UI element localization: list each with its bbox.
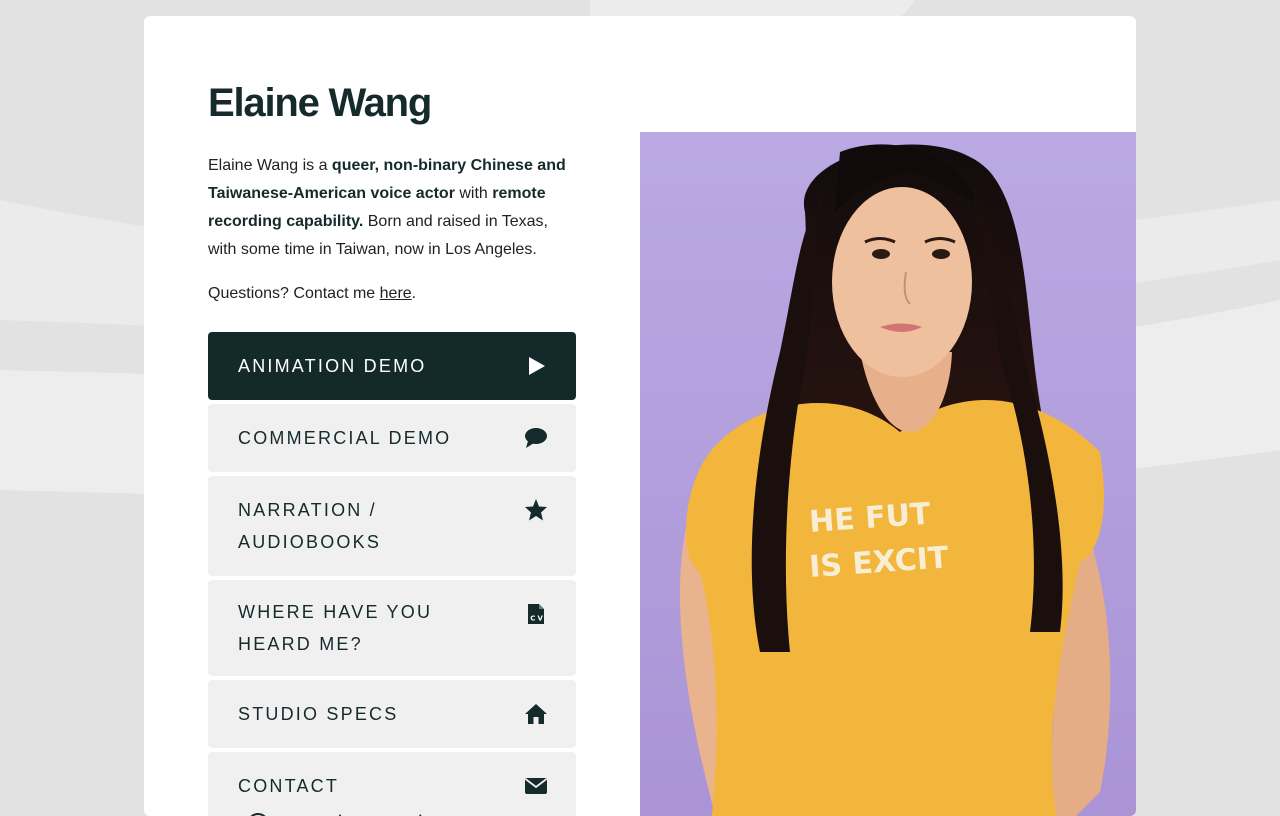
left-column: Elaine Wang Elaine Wang is a queer, non-… [208,16,576,816]
menu-item-label: CONTACT [238,776,340,796]
page-title: Elaine Wang [208,81,432,125]
menu-item-where-have-you-heard-me[interactable]: WHERE HAVE YOU HEARD ME? CV [208,580,576,676]
menu-item-label: ANIMATION DEMO [238,356,427,376]
home-icon [524,702,548,726]
contact-line: Questions? Contact me here. [208,280,576,308]
menu-item-narration-audiobooks[interactable]: NARRATION / AUDIOBOOKS [208,476,576,576]
svg-text:CV: CV [530,615,545,623]
cv-file-icon: CV [524,602,548,626]
headshot-photo: HE FUT IS EXCIT [640,132,1136,816]
main-card: Elaine Wang Elaine Wang is a queer, non-… [144,16,1136,816]
menu-item-commercial-demo[interactable]: COMMERCIAL DEMO [208,404,576,472]
speech-bubble-icon [524,426,548,450]
contact-prefix: Questions? Contact me [208,285,380,302]
play-icon [524,354,548,378]
star-icon [524,498,548,522]
menu-item-studio-specs[interactable]: STUDIO SPECS [208,680,576,748]
menu-item-label: WHERE HAVE YOU HEARD ME? [238,602,433,654]
bio-paragraph: Elaine Wang is a queer, non-binary Chine… [208,152,576,264]
bio-with: with [454,185,493,202]
menu-item-animation-demo[interactable]: ANIMATION DEMO [208,332,576,400]
envelope-icon [524,774,548,798]
menu-item-label: NARRATION / AUDIOBOOKS [238,500,382,552]
social-links [232,804,432,816]
bio-intro: Elaine Wang is a [208,157,332,174]
contact-link[interactable]: here [380,285,412,302]
menu-item-label: COMMERCIAL DEMO [238,428,452,448]
contact-suffix: . [411,285,417,302]
demo-menu: ANIMATION DEMO COMMERCIAL DEMO NARRATION… [208,332,576,816]
menu-item-label: STUDIO SPECS [238,704,399,724]
